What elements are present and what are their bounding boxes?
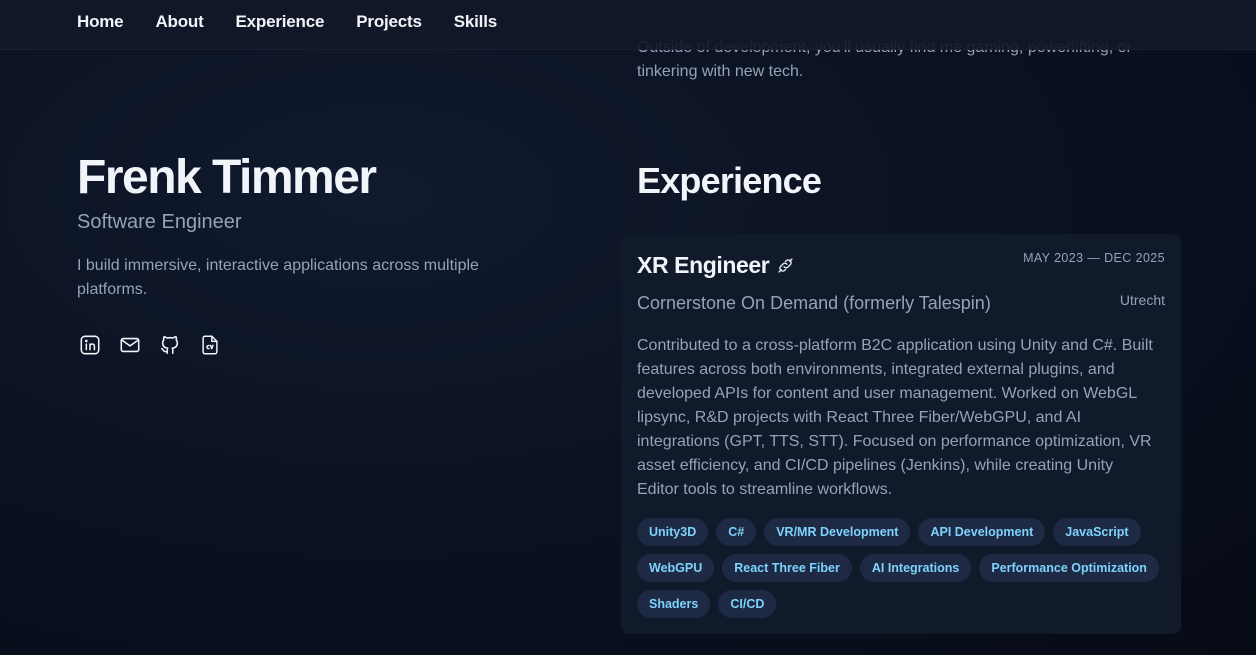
nav-about-link[interactable]: About [155,12,203,32]
top-nav: Home About Experience Projects Skills [0,0,1256,50]
profile-role: Software Engineer [77,211,242,233]
tag-chip: Shaders [637,590,711,618]
tag-chip: JavaScript [1053,518,1141,546]
email-link[interactable] [118,335,142,359]
tag-chip: WebGPU [637,554,715,582]
portfolio-page: Outside of development, you'll usually f… [0,0,1256,655]
github-link[interactable] [158,335,182,359]
profile-name: Frenk Timmer [77,151,377,204]
nav-projects-link[interactable]: Projects [356,12,422,32]
linkedin-icon [79,334,101,361]
tag-chip: VR/MR Development [764,518,911,546]
job-title[interactable]: XR Engineer [637,252,770,279]
job-tags: Unity3D C# VR/MR Development API Develop… [637,518,1167,618]
experience-card[interactable]: XR Engineer MAY 2023 — DEC 2025 Cornerst… [621,234,1181,634]
cv-icon [199,334,221,361]
tag-chip: CI/CD [718,590,777,618]
job-date-range: MAY 2023 — DEC 2025 [1023,251,1165,265]
mail-icon [119,334,141,361]
experience-heading: Experience [637,160,822,201]
nav-home-link[interactable]: Home [77,12,124,32]
external-link-icon[interactable] [777,257,794,274]
job-company: Cornerstone On Demand (formerly Talespin… [637,293,991,313]
cv-link[interactable] [198,335,222,359]
job-location: Utrecht [1119,292,1165,308]
profile-tagline: I build immersive, interactive applicati… [77,257,479,298]
tag-chip: C# [716,518,757,546]
tag-chip: React Three Fiber [722,554,852,582]
job-description: Contributed to a cross-platform B2C appl… [637,337,1153,498]
github-icon [159,334,181,361]
linkedin-link[interactable] [78,335,102,359]
social-links [78,335,222,359]
tag-chip: AI Integrations [859,554,972,582]
tag-chip: API Development [918,518,1046,546]
nav-experience-link[interactable]: Experience [236,12,325,32]
nav-links: Home About Experience Projects Skills [77,12,497,32]
job-title-row: XR Engineer [637,252,794,279]
nav-skills-link[interactable]: Skills [454,12,497,32]
tag-chip: Performance Optimization [979,554,1159,582]
tag-chip: Unity3D [637,518,709,546]
